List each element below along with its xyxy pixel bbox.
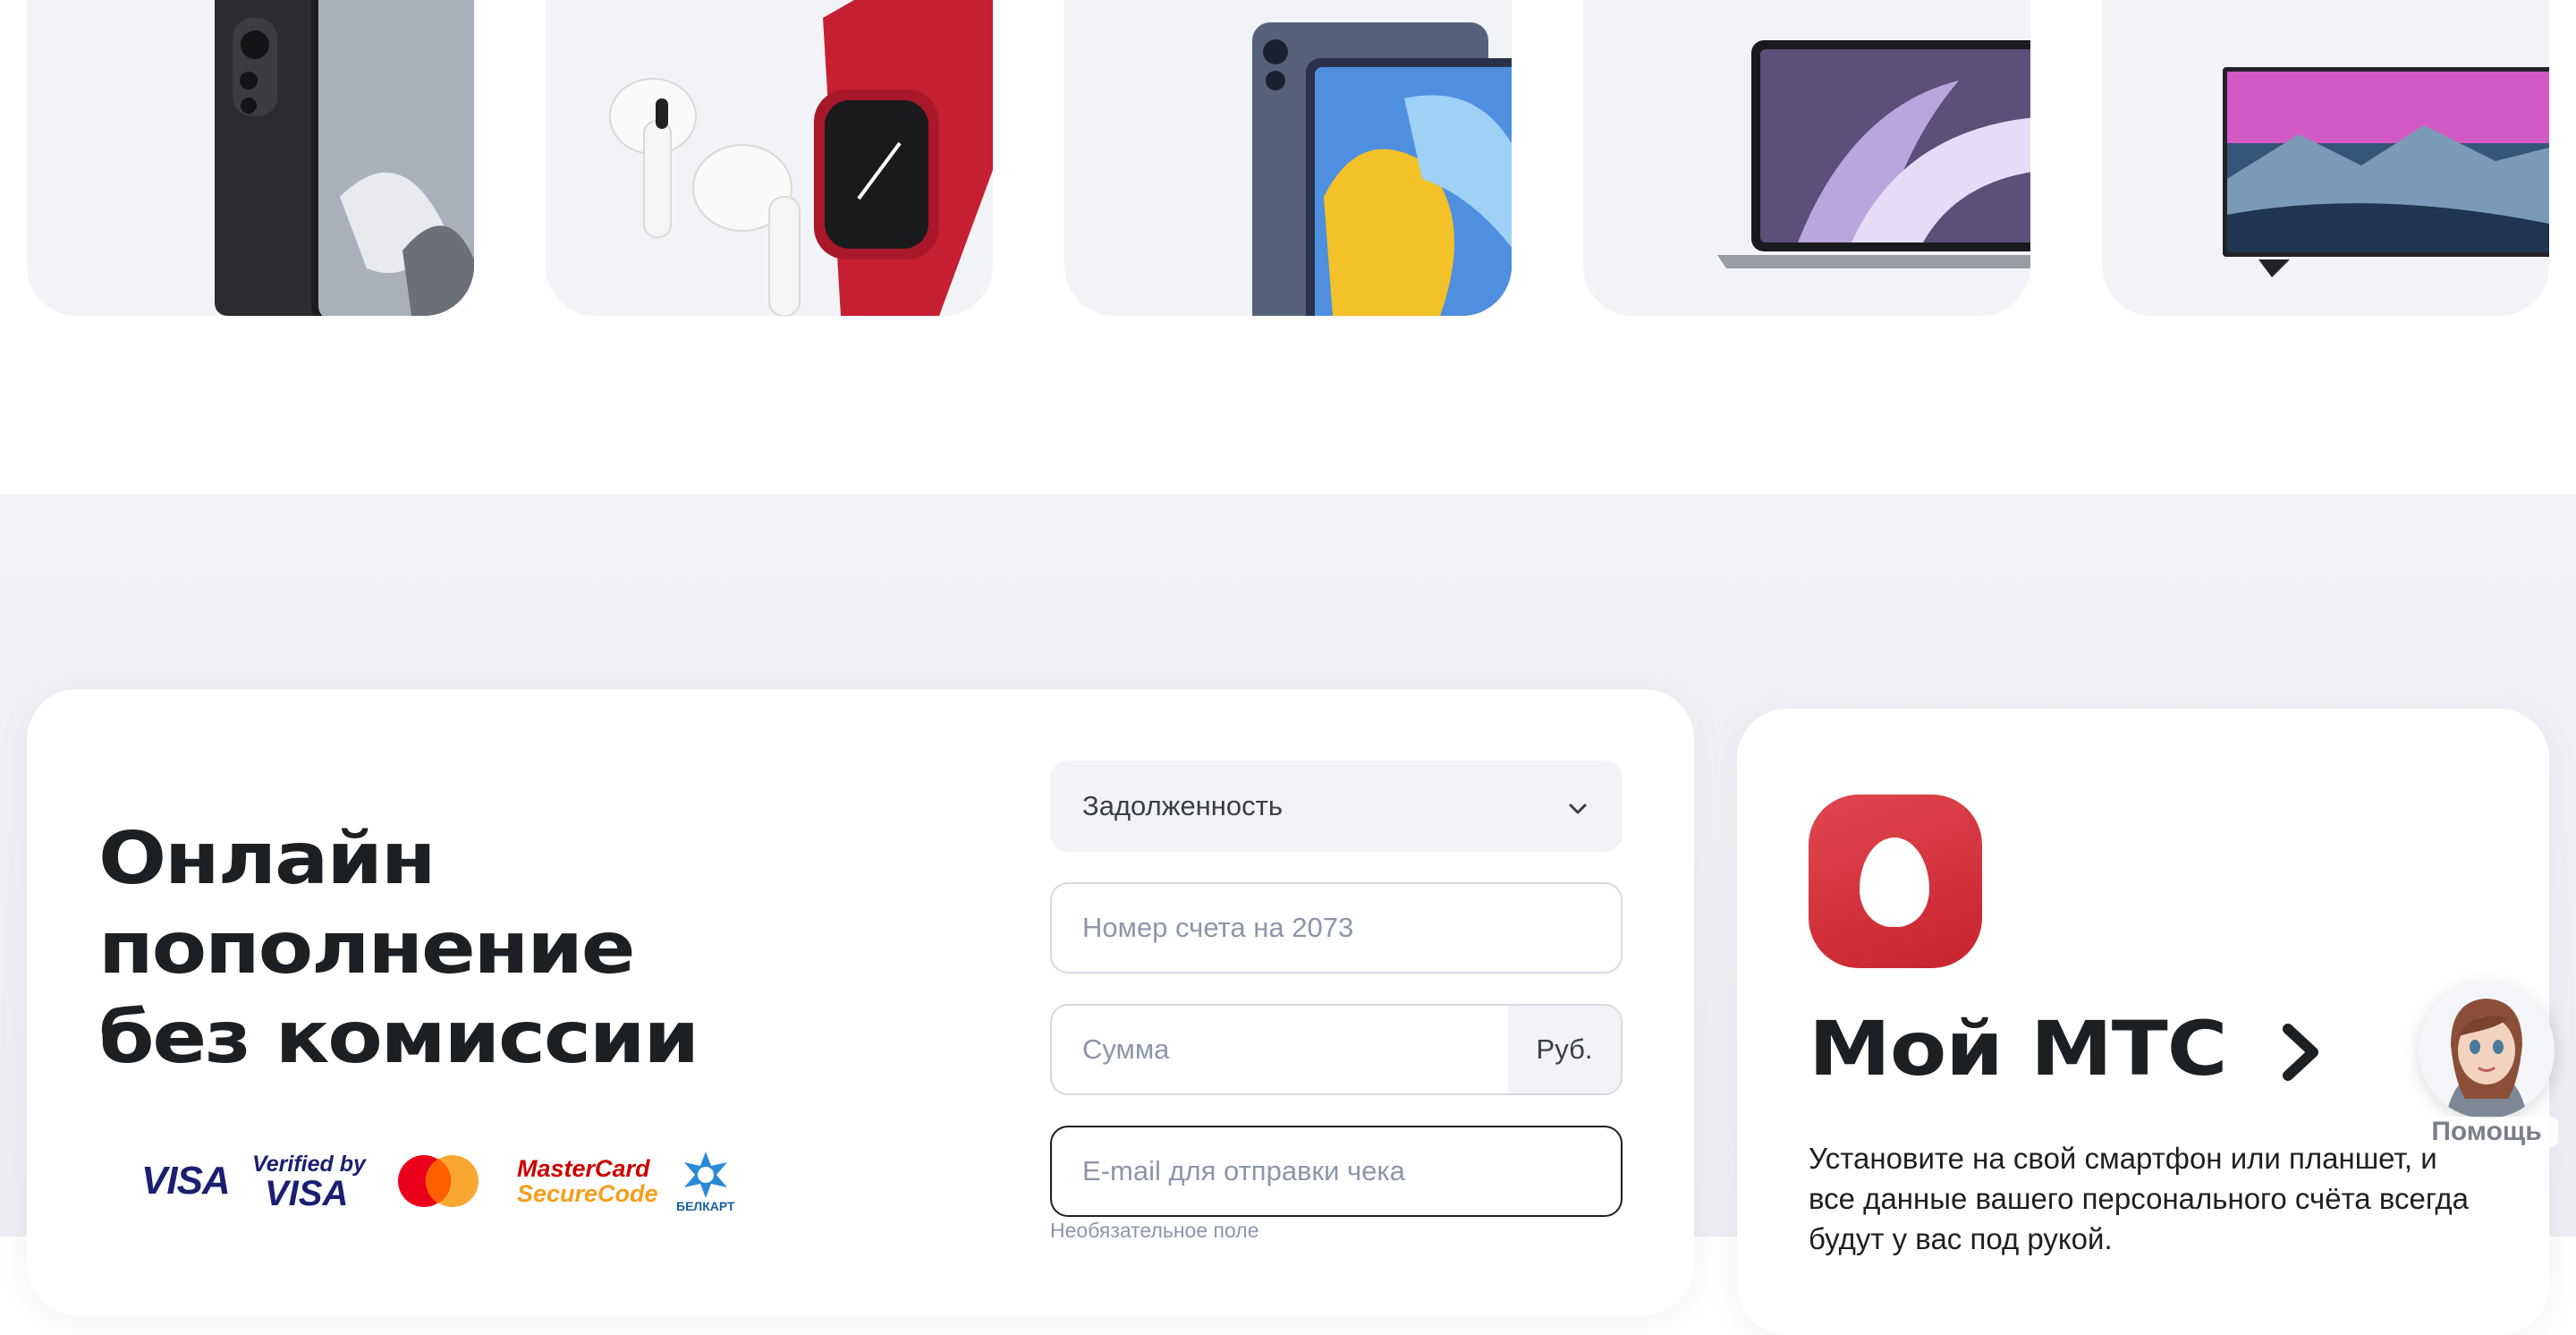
mts-egg-icon [1860,838,1929,927]
product-tile-tv[interactable] [2102,0,2549,316]
chevron-down-icon [1569,804,1587,814]
email-input[interactable]: E-mail для отправки чека [1050,1126,1623,1217]
mastercard-logo [397,1145,479,1217]
visa-logo: VISA [141,1159,231,1203]
currency-unit: Руб. [1508,1006,1621,1093]
chevron-right-icon[interactable] [2277,1024,2324,1081]
email-optional-hint: Необязательное поле [1050,1219,1259,1242]
sum-placeholder: Сумма [1082,1033,1170,1065]
payment-system-logos: VISA Verified by VISA MasterCard SecureC… [109,1145,789,1217]
product-tiles [0,0,2576,317]
my-mts-app-icon[interactable] [1809,795,1982,968]
laptop-image [1717,40,2030,268]
account-number-placeholder: Номер счета на 2073 [1082,912,1354,943]
account-number-input[interactable]: Номер счета на 2073 [1050,882,1623,974]
payment-title: Онлайн пополнение без комиссии [98,817,699,1079]
smartphone-image [215,0,474,316]
tablet-image [1252,22,1512,316]
product-tile-laptop[interactable] [1583,0,2030,316]
assistant-avatar[interactable] [2419,982,2555,1118]
belcard-logo: БЕЛКАРТ [676,1145,735,1217]
earbuds-watch-image [609,0,993,316]
product-tile-earbuds-watch[interactable] [546,0,993,316]
verified-by-visa-logo: Verified by VISA [252,1152,366,1213]
payment-type-select[interactable]: Задолженность [1050,761,1623,852]
email-placeholder: E-mail для отправки чека [1082,1155,1405,1186]
help-assistant-widget[interactable]: Помощь [2415,982,2558,1161]
tv-image [2223,67,2549,277]
product-tile-tablet[interactable] [1064,0,1512,316]
sum-input[interactable]: Сумма Руб. [1050,1004,1623,1095]
my-mts-title-link[interactable]: Мой МТС [1809,1004,2228,1093]
payment-card: Онлайн пополнение без комиссии VISA Veri… [27,689,1694,1315]
payment-type-value: Задолженность [1082,790,1284,821]
my-mts-description: Установите на свой смартфон или планшет,… [1809,1142,2470,1255]
mastercard-securecode-logo: MasterCard SecureCode [517,1155,658,1207]
product-tile-smartphone[interactable] [27,0,474,316]
help-label: Помощь [2415,1117,2558,1147]
